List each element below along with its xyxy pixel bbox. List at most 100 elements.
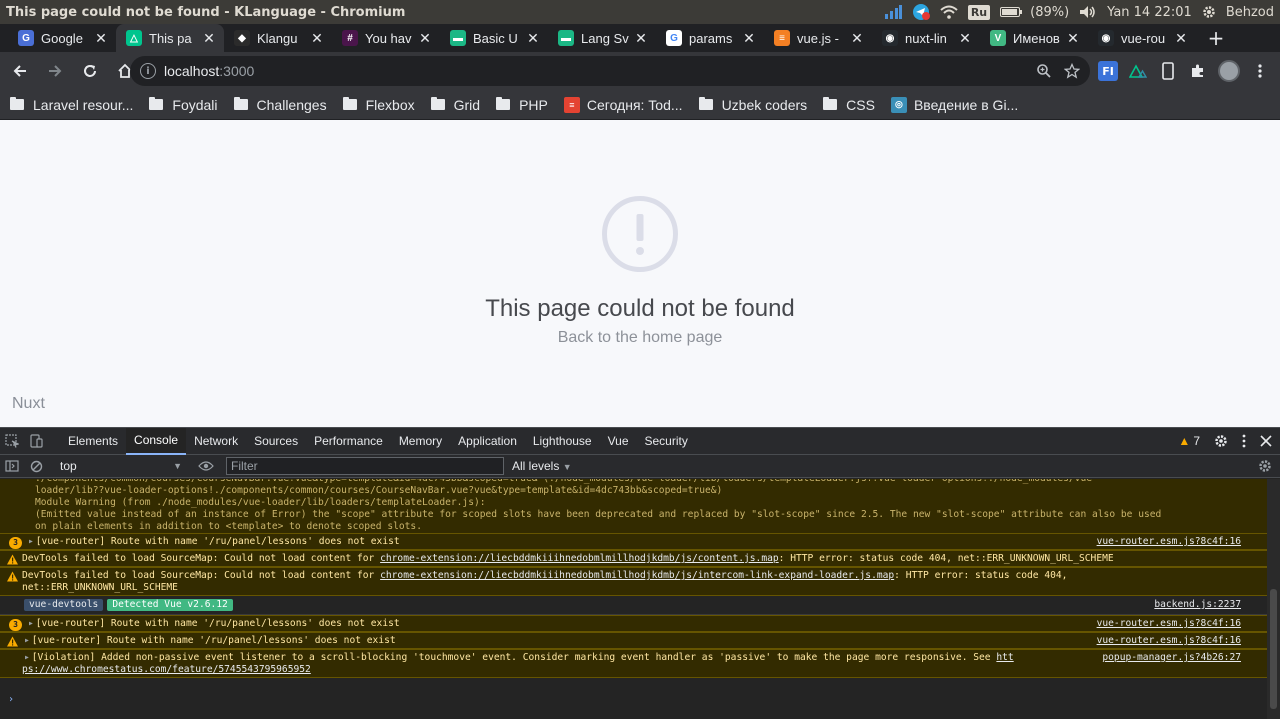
- log-levels-dropdown[interactable]: All levels ▼: [512, 459, 572, 473]
- warnings-counter[interactable]: ▲ 7: [1178, 434, 1200, 448]
- tab-close-icon[interactable]: ✕: [310, 30, 324, 47]
- info-icon[interactable]: i: [140, 63, 156, 79]
- browser-tab[interactable]: ▬ Basic U ✕: [440, 24, 548, 52]
- keyboard-layout-indicator[interactable]: Ru: [967, 4, 991, 20]
- device-toolbar-icon[interactable]: [24, 428, 48, 455]
- bookmark-item[interactable]: Foydali: [149, 97, 218, 113]
- tab-close-icon[interactable]: ✕: [94, 30, 108, 47]
- source-link[interactable]: popup-manager.js?4b26:27: [1102, 652, 1241, 664]
- bookmark-item[interactable]: Uzbek coders: [698, 97, 807, 113]
- devtools-tab[interactable]: Application: [450, 428, 525, 455]
- devtools-tab[interactable]: Performance: [306, 428, 391, 455]
- context-selector[interactable]: top ▼: [56, 459, 186, 473]
- devtools-tab[interactable]: Console: [126, 427, 187, 455]
- devtools-tab[interactable]: Memory: [391, 428, 450, 455]
- reload-button[interactable]: [75, 56, 105, 86]
- console-message[interactable]: ▸ [Violation] Added non-passive event lis…: [0, 649, 1267, 678]
- menu-kebab-icon[interactable]: [1250, 61, 1270, 81]
- bookmark-item[interactable]: ◎ Введение в Gi...: [890, 96, 1018, 113]
- console-filter-input[interactable]: Filter: [226, 457, 504, 475]
- gear-icon[interactable]: [1202, 5, 1216, 19]
- tab-close-icon[interactable]: ✕: [958, 30, 972, 47]
- tab-close-icon[interactable]: ✕: [634, 30, 648, 47]
- zoom-icon[interactable]: [1036, 63, 1052, 79]
- tab-close-icon[interactable]: ✕: [1174, 30, 1188, 47]
- telegram-icon[interactable]: [912, 3, 930, 21]
- browser-tab[interactable]: G Google ✕: [8, 24, 116, 52]
- console-message[interactable]: 3 ▸ [vue-router] Route with name '/ru/pan…: [0, 533, 1267, 550]
- browser-tab[interactable]: △ This pa ✕: [116, 24, 224, 52]
- tab-close-icon[interactable]: ✕: [850, 30, 864, 47]
- devtools-tab[interactable]: Lighthouse: [525, 428, 600, 455]
- bookmark-item[interactable]: Challenges: [233, 97, 327, 113]
- extensions-puzzle-icon[interactable]: [1188, 61, 1208, 81]
- tab-close-icon[interactable]: ✕: [418, 30, 432, 47]
- console-settings-gear-icon[interactable]: [1258, 459, 1272, 473]
- browser-tab[interactable]: V Именов ✕: [980, 24, 1088, 52]
- expand-triangle-icon[interactable]: ▸: [28, 618, 34, 629]
- tab-close-icon[interactable]: ✕: [742, 30, 756, 47]
- scrollbar-thumb[interactable]: [1270, 589, 1277, 709]
- bookmark-item[interactable]: PHP: [496, 97, 548, 113]
- signal-icon[interactable]: [884, 5, 902, 19]
- clock[interactable]: Yan 14 22:01: [1107, 5, 1192, 20]
- source-link[interactable]: vue-router.esm.js?8c4f:16: [1097, 618, 1241, 630]
- clear-console-icon[interactable]: [24, 453, 48, 480]
- console-output[interactable]: ./components/common/courses/CourseNavBar…: [0, 479, 1267, 719]
- devtools-tab[interactable]: Network: [186, 428, 246, 455]
- bookmark-item[interactable]: Laravel resour...: [10, 97, 133, 113]
- eye-icon[interactable]: [194, 453, 218, 480]
- tab-close-icon[interactable]: ✕: [202, 30, 216, 47]
- user-name[interactable]: Behzod: [1226, 5, 1274, 20]
- browser-tab[interactable]: ◉ nuxt-lin ✕: [872, 24, 980, 52]
- devtools-tab[interactable]: Security: [637, 428, 696, 455]
- wifi-icon[interactable]: [940, 5, 958, 19]
- browser-tab[interactable]: ◆ Klangu ✕: [224, 24, 332, 52]
- expand-triangle-icon[interactable]: ▸: [28, 536, 34, 547]
- sidebar-toggle-icon[interactable]: [0, 453, 24, 480]
- translate-extension-icon[interactable]: FI: [1098, 61, 1118, 81]
- battery-icon[interactable]: [1000, 7, 1023, 17]
- browser-tab[interactable]: ≡ vue.js - ✕: [764, 24, 872, 52]
- inspect-element-icon[interactable]: [0, 428, 24, 455]
- bookmark-item[interactable]: CSS: [823, 97, 875, 113]
- console-message[interactable]: DevTools failed to load SourceMap: Could…: [0, 567, 1267, 596]
- chromestatus-link[interactable]: ps://www.chromestatus.com/feature/574554…: [22, 664, 311, 675]
- console-message[interactable]: ▸ [vue-router] Route with name '/ru/panel…: [0, 632, 1267, 649]
- source-link[interactable]: backend.js:2237: [1154, 599, 1241, 611]
- devtools-tab[interactable]: Elements: [60, 428, 126, 455]
- volume-icon[interactable]: [1079, 5, 1097, 19]
- close-icon[interactable]: [1260, 435, 1272, 447]
- browser-tab[interactable]: # You hav ✕: [332, 24, 440, 52]
- sourcemap-link[interactable]: chrome-extension://liecbddmkiiihnedobmlm…: [380, 570, 894, 581]
- phone-extension-icon[interactable]: [1158, 61, 1178, 81]
- console-prompt[interactable]: ›: [8, 694, 14, 705]
- back-home-link[interactable]: Back to the home page: [0, 329, 1280, 347]
- console-scrollbar[interactable]: [1267, 479, 1280, 719]
- expand-triangle-icon[interactable]: ▸: [24, 652, 30, 663]
- console-message[interactable]: DevTools failed to load SourceMap: Could…: [0, 550, 1267, 567]
- console-message[interactable]: vue-devtools Detected Vue v2.6.12 backend…: [0, 596, 1267, 615]
- bookmark-item[interactable]: Flexbox: [342, 97, 415, 113]
- bookmark-item[interactable]: ≡ Сегодня: Tod...: [563, 96, 683, 113]
- back-button[interactable]: [5, 56, 35, 86]
- devtools-menu-icon[interactable]: [1242, 434, 1246, 448]
- bookmark-item[interactable]: Grid: [430, 97, 480, 113]
- nuxt-devtools-extension-icon[interactable]: [1128, 61, 1148, 81]
- source-link[interactable]: vue-router.esm.js?8c4f:16: [1097, 536, 1241, 548]
- chromestatus-link[interactable]: htt: [996, 652, 1013, 663]
- browser-tab[interactable]: Gparams ✕: [656, 24, 764, 52]
- forward-button[interactable]: [40, 56, 70, 86]
- tab-close-icon[interactable]: ✕: [1066, 30, 1080, 47]
- address-bar[interactable]: i localhost:3000: [130, 56, 1090, 86]
- browser-tab[interactable]: ◉ vue-rou ✕: [1088, 24, 1196, 52]
- console-message[interactable]: 3 ▸ [vue-router] Route with name '/ru/pan…: [0, 615, 1267, 632]
- tab-close-icon[interactable]: ✕: [526, 30, 540, 47]
- bookmark-star-icon[interactable]: [1064, 63, 1080, 79]
- profile-avatar[interactable]: [1218, 60, 1240, 82]
- new-tab-button[interactable]: +: [1202, 24, 1230, 52]
- browser-tab[interactable]: ▬ Lang Sv ✕: [548, 24, 656, 52]
- devtools-tab[interactable]: Sources: [246, 428, 306, 455]
- devtools-tab[interactable]: Vue: [600, 428, 637, 455]
- source-link[interactable]: vue-router.esm.js?8c4f:16: [1097, 635, 1241, 647]
